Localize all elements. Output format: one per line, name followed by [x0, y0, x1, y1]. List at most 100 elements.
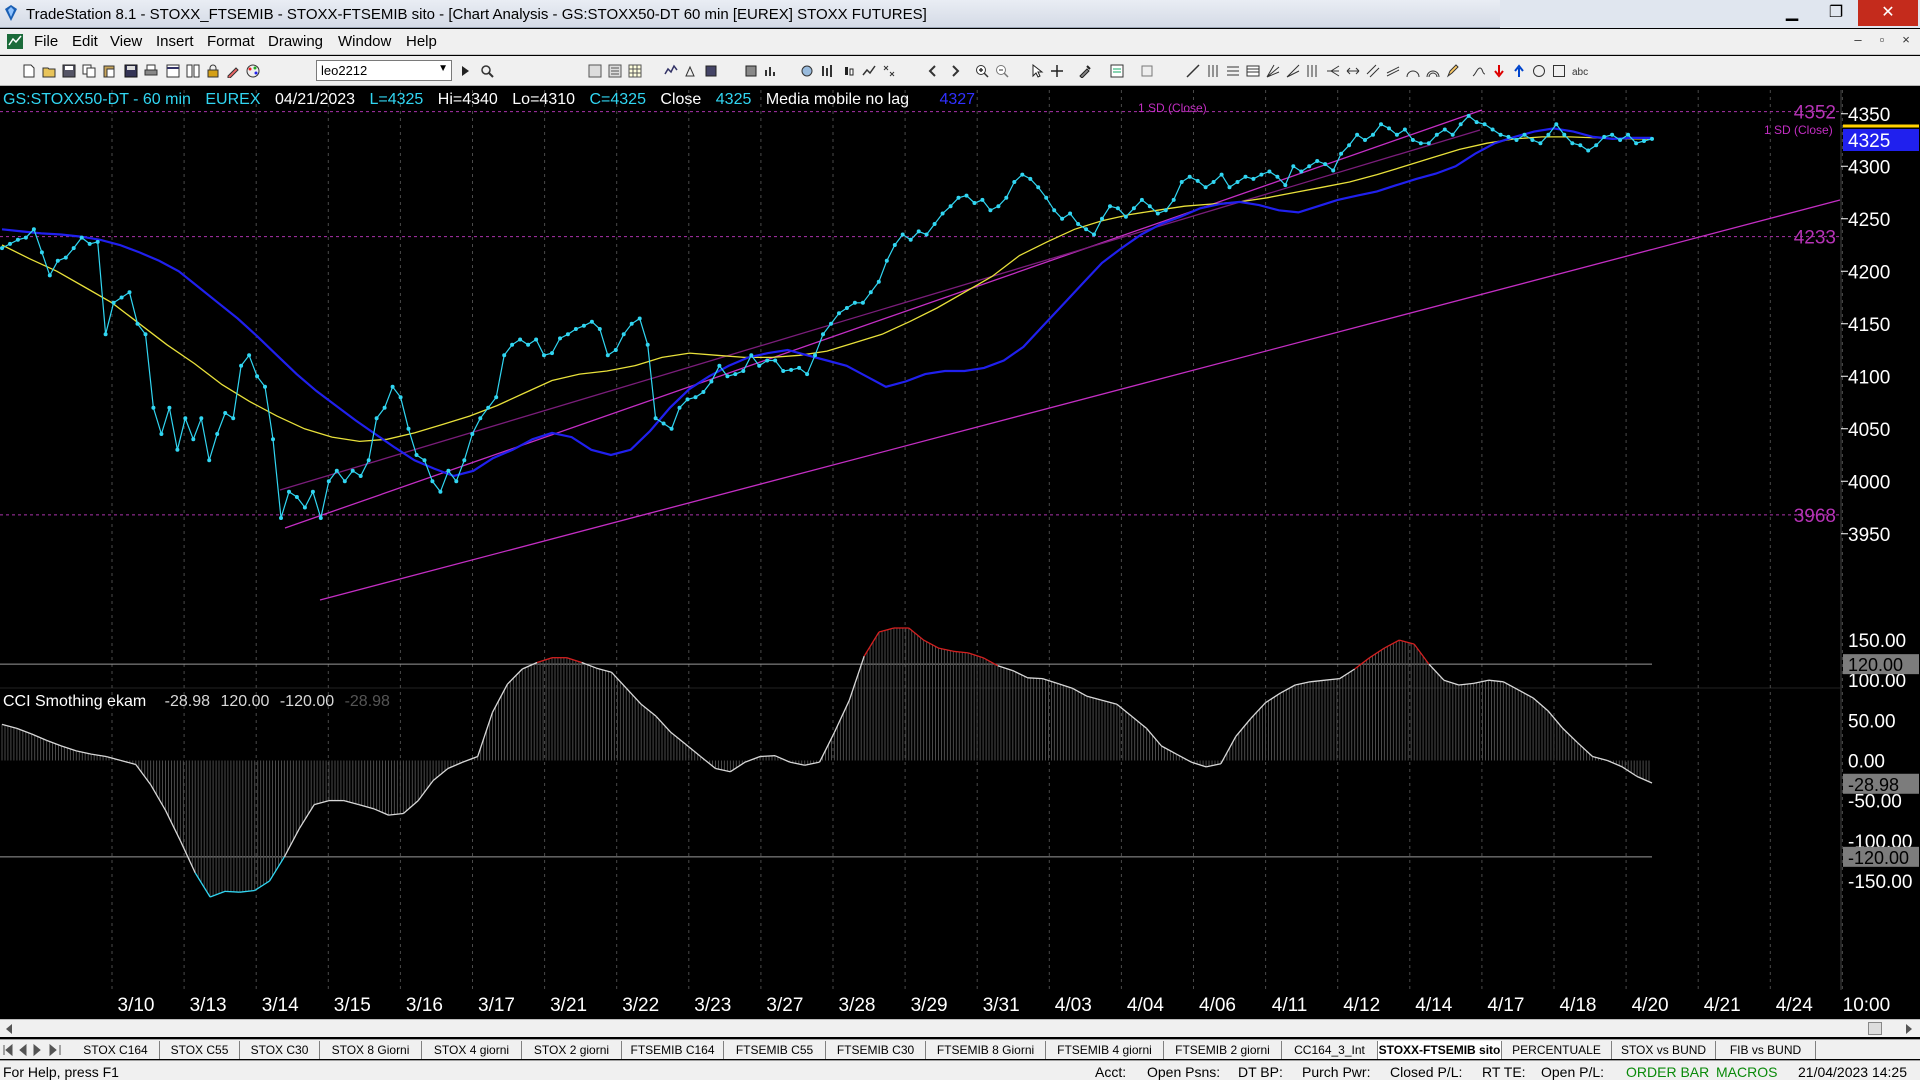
chevron-down-icon[interactable]: ▼: [438, 63, 448, 74]
menu-window[interactable]: Window: [338, 33, 391, 50]
workspace-combo[interactable]: leo2212 ▼: [316, 60, 452, 81]
paintbar-icon[interactable]: [744, 64, 758, 78]
indicator-icon[interactable]: [664, 64, 678, 78]
zoom-find-icon[interactable]: [480, 64, 494, 78]
scroll-right-icon[interactable]: [948, 64, 962, 78]
scroll-thumb[interactable]: [1868, 1022, 1882, 1035]
save-all-icon[interactable]: [62, 64, 76, 78]
line-chart-icon[interactable]: [862, 64, 876, 78]
format-window-icon[interactable]: [588, 64, 602, 78]
pointer-icon[interactable]: [1030, 64, 1044, 78]
chart-style-icon[interactable]: [764, 64, 778, 78]
status-macros[interactable]: MACROS: [1716, 1064, 1777, 1080]
price-marker: [892, 243, 897, 247]
minimize-button[interactable]: ▁: [1770, 0, 1814, 26]
paste-icon[interactable]: [102, 64, 116, 78]
scroll-right-arrow-icon[interactable]: [1904, 1023, 1914, 1035]
menu-view[interactable]: View: [110, 33, 142, 50]
chart-analysis-window[interactable]: 4350 4300 4250 4200 4150 4100 4050 4000 3950 4352…: [0, 90, 1920, 1020]
format-grid-icon[interactable]: [628, 64, 642, 78]
workspace-tab[interactable]: STOX vs BUND: [1612, 1041, 1716, 1059]
draw-icon[interactable]: [226, 64, 240, 78]
tools-icon[interactable]: [1078, 64, 1092, 78]
scroll-left-arrow-icon[interactable]: [4, 1023, 14, 1035]
workspace-tab[interactable]: STOX C164: [72, 1041, 160, 1059]
workspace-tab[interactable]: STOX C55: [160, 1041, 240, 1059]
price-marker: [1203, 185, 1208, 190]
mdi-close-button[interactable]: ×: [1896, 32, 1916, 47]
trendline-icon[interactable]: [1186, 64, 1200, 78]
menu-format[interactable]: Format: [207, 33, 255, 50]
print-icon[interactable]: [144, 64, 158, 78]
parallel-lines-icon[interactable]: [1366, 64, 1380, 78]
arrow-up-icon[interactable]: [1512, 64, 1526, 78]
workspace-tab[interactable]: PERCENTUALE: [1502, 1041, 1612, 1059]
zoom-in-icon[interactable]: [975, 64, 989, 78]
window-layout-icon[interactable]: [166, 64, 180, 78]
workspace-tab[interactable]: FTSEMIB 8 Giorni: [926, 1041, 1046, 1059]
gann-fan-icon[interactable]: [1266, 64, 1280, 78]
workspace-tab[interactable]: FIB vs BUND: [1716, 1041, 1816, 1059]
workspace-tab[interactable]: STOX C30: [240, 1041, 320, 1059]
expert-icon[interactable]: [1140, 64, 1154, 78]
strategy-icon[interactable]: [684, 64, 698, 78]
workspace-tab[interactable]: STOX 8 Giorni: [320, 1041, 422, 1059]
menu-insert[interactable]: Insert: [156, 33, 194, 50]
point-figure-icon[interactable]: [882, 64, 896, 78]
menu-file[interactable]: File: [34, 33, 58, 50]
horizontal-lines-icon[interactable]: [1226, 64, 1240, 78]
color-palette-icon[interactable]: [246, 64, 260, 78]
new-icon[interactable]: [22, 64, 36, 78]
data-window-icon[interactable]: [1110, 64, 1124, 78]
mdi-minimize-button[interactable]: –: [1848, 32, 1868, 47]
workspace-tab[interactable]: FTSEMIB C164: [622, 1041, 724, 1059]
copy-icon[interactable]: [82, 64, 96, 78]
workspace-tab[interactable]: STOXX-FTSEMIB sito: [1378, 1041, 1502, 1059]
cycle-lines-icon[interactable]: [1306, 64, 1320, 78]
rectangle-icon[interactable]: [1552, 64, 1566, 78]
scroll-left-icon[interactable]: [926, 64, 940, 78]
bars-icon[interactable]: [820, 64, 834, 78]
zoom-out-icon[interactable]: [995, 64, 1009, 78]
pencil-icon[interactable]: [1446, 64, 1460, 78]
workspace-tab[interactable]: FTSEMIB 2 giorni: [1164, 1041, 1282, 1059]
chart-doc-icon[interactable]: [6, 33, 24, 50]
workspace-tab[interactable]: FTSEMIB 4 giorni: [1046, 1041, 1164, 1059]
text-tool-icon[interactable]: abc: [1572, 64, 1592, 78]
horizontal-scrollbar[interactable]: [0, 1019, 1920, 1037]
workspace-tab[interactable]: STOX 4 giorni: [422, 1041, 522, 1059]
open-icon[interactable]: [42, 64, 56, 78]
close-button[interactable]: ✕: [1858, 0, 1918, 26]
format-data-icon[interactable]: [608, 64, 622, 78]
restore-button[interactable]: ❐: [1814, 0, 1858, 26]
retracement-icon[interactable]: [1246, 64, 1260, 78]
vertical-lines-icon[interactable]: [1206, 64, 1220, 78]
arrow-down-icon[interactable]: [1492, 64, 1506, 78]
speed-lines-icon[interactable]: [1286, 64, 1300, 78]
crosshair-icon[interactable]: [1050, 64, 1064, 78]
tile-icon[interactable]: [186, 64, 200, 78]
freehand-icon[interactable]: [1472, 64, 1486, 78]
workspace-tab[interactable]: STOX 2 giorni: [522, 1041, 622, 1059]
showme-icon[interactable]: [704, 64, 718, 78]
candles-icon[interactable]: [842, 64, 856, 78]
play-icon[interactable]: [458, 64, 472, 78]
lock-icon[interactable]: [206, 64, 220, 78]
arrow-horizontal-icon[interactable]: [1346, 64, 1360, 78]
andrews-pitchfork-icon[interactable]: [1326, 64, 1340, 78]
status-order-bar[interactable]: ORDER BAR: [1626, 1064, 1709, 1080]
fibonacci-arc-icon[interactable]: [1426, 64, 1440, 78]
save-icon[interactable]: [124, 64, 138, 78]
menu-edit[interactable]: Edit: [72, 33, 98, 50]
arc-icon[interactable]: [1406, 64, 1420, 78]
workspace-tab[interactable]: FTSEMIB C30: [826, 1041, 926, 1059]
menu-drawing[interactable]: Drawing: [268, 33, 323, 50]
ellipse-icon[interactable]: [1532, 64, 1546, 78]
menu-help[interactable]: Help: [406, 33, 437, 50]
insert-analysis-icon[interactable]: [800, 64, 814, 78]
mdi-restore-button[interactable]: ▫: [1872, 32, 1892, 47]
tab-navigation-icon[interactable]: [2, 1043, 68, 1057]
regression-channel-icon[interactable]: [1386, 64, 1400, 78]
workspace-tab[interactable]: CC164_3_Int: [1282, 1041, 1378, 1059]
workspace-tab[interactable]: FTSEMIB C55: [724, 1041, 826, 1059]
